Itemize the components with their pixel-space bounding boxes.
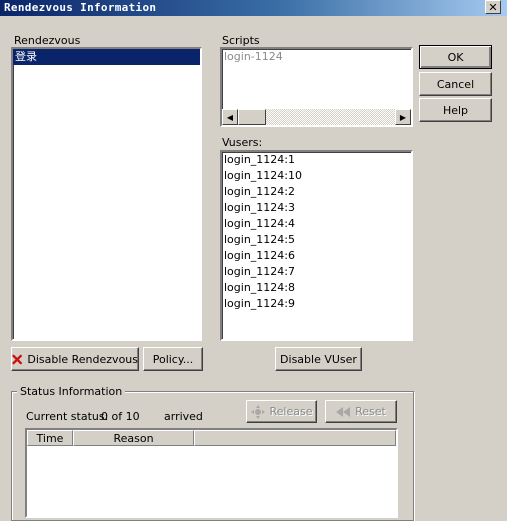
empty-column-header[interactable]	[194, 430, 396, 446]
vusers-list[interactable]: login_1124:1 login_1124:10 login_1124:2 log…	[220, 150, 413, 341]
disable-vuser-button[interactable]: Disable VUser	[275, 347, 362, 371]
status-table[interactable]: Time Reason	[25, 428, 398, 518]
release-label: Release	[269, 405, 313, 418]
rewind-icon	[336, 406, 351, 417]
reason-column-header[interactable]: Reason	[73, 430, 194, 446]
scripts-horizontal-scrollbar[interactable]: ◀ ▶	[222, 109, 411, 125]
disable-rendezvous-button[interactable]: Disable Rendezvous	[11, 347, 139, 371]
release-button[interactable]: Release	[246, 400, 317, 423]
vuser-list-item[interactable]: login_1124:6	[222, 248, 411, 264]
vuser-list-item[interactable]: login_1124:8	[222, 280, 411, 296]
vuser-list-item[interactable]: login_1124:4	[222, 216, 411, 232]
release-icon	[250, 404, 265, 419]
window-title: Rendezvous Information	[4, 1, 157, 14]
scroll-right-button[interactable]: ▶	[395, 109, 411, 125]
scripts-list[interactable]: login-1124 ◀ ▶	[220, 47, 413, 127]
vuser-list-item[interactable]: login_1124:2	[222, 184, 411, 200]
time-column-header[interactable]: Time	[27, 430, 73, 446]
disable-rendezvous-label: Disable Rendezvous	[27, 352, 138, 366]
reset-button[interactable]: Reset	[325, 400, 397, 423]
policy-button[interactable]: Policy...	[143, 347, 203, 371]
vuser-list-item[interactable]: login_1124:3	[222, 200, 411, 216]
close-icon: ✕	[488, 0, 498, 14]
scroll-left-button[interactable]: ◀	[222, 109, 238, 125]
vusers-label: Vusers:	[222, 136, 263, 149]
arrow-right-icon: ▶	[399, 112, 407, 122]
current-status-label: Current status:	[26, 410, 109, 423]
current-status-arrived: arrived	[164, 410, 203, 423]
vuser-list-item[interactable]: login_1124:5	[222, 232, 411, 248]
reset-label: Reset	[355, 405, 386, 418]
help-button[interactable]: Help	[419, 98, 492, 122]
scripts-list-item[interactable]: login-1124	[222, 49, 411, 65]
scroll-thumb[interactable]	[238, 109, 266, 125]
vuser-list-item[interactable]: login_1124:10	[222, 168, 411, 184]
arrow-left-icon: ◀	[226, 112, 234, 122]
vuser-list-item[interactable]: login_1124:7	[222, 264, 411, 280]
cancel-button[interactable]: Cancel	[419, 72, 492, 96]
scroll-track[interactable]	[266, 109, 395, 125]
status-information-label: Status Information	[17, 385, 126, 398]
current-status-count: 0 of 10	[101, 410, 140, 423]
scripts-label: Scripts	[222, 34, 260, 47]
close-button[interactable]: ✕	[485, 0, 501, 14]
rendezvous-list[interactable]: 登录	[11, 47, 202, 341]
rendezvous-label: Rendezvous	[14, 34, 81, 47]
vuser-list-item[interactable]: login_1124:1	[222, 152, 411, 168]
vuser-list-item[interactable]: login_1124:9	[222, 296, 411, 312]
red-x-icon	[12, 354, 22, 364]
ok-button[interactable]: OK	[419, 45, 492, 69]
rendezvous-list-item[interactable]: 登录	[13, 49, 200, 65]
